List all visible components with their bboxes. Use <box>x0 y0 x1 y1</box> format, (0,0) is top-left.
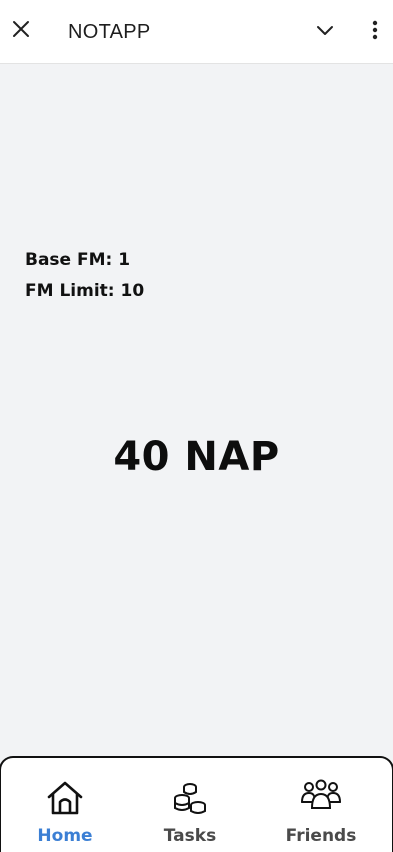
close-button[interactable] <box>6 16 36 46</box>
balance-display: 40 NAP <box>113 434 280 480</box>
app-screen: NOTAPP Base FM: 1 FM Limit: 10 40 NAP Ho… <box>0 0 393 852</box>
coins-icon <box>168 776 212 820</box>
nav-item-tasks[interactable]: Tasks <box>135 758 245 852</box>
nav-label-friends: Friends <box>285 826 357 846</box>
fm-stats: Base FM: 1 FM Limit: 10 <box>25 245 144 307</box>
app-title: NOTAPP <box>68 21 151 43</box>
friends-icon <box>299 776 343 820</box>
chevron-down-icon <box>316 23 334 41</box>
close-icon <box>12 20 30 43</box>
nav-label-tasks: Tasks <box>163 826 217 846</box>
home-icon <box>43 776 87 820</box>
fm-limit-text: FM Limit: 10 <box>25 281 145 301</box>
nav-item-home[interactable]: Home <box>10 758 120 852</box>
more-vertical-icon <box>372 20 378 45</box>
nav-item-friends[interactable]: Friends <box>266 758 376 852</box>
more-menu-button[interactable] <box>362 17 388 47</box>
expand-button[interactable] <box>310 17 340 47</box>
top-bar: NOTAPP <box>0 0 393 64</box>
nav-label-home: Home <box>37 826 93 846</box>
bottom-nav: Home Tasks Friends <box>0 756 393 852</box>
base-fm-text: Base FM: 1 <box>25 250 131 270</box>
